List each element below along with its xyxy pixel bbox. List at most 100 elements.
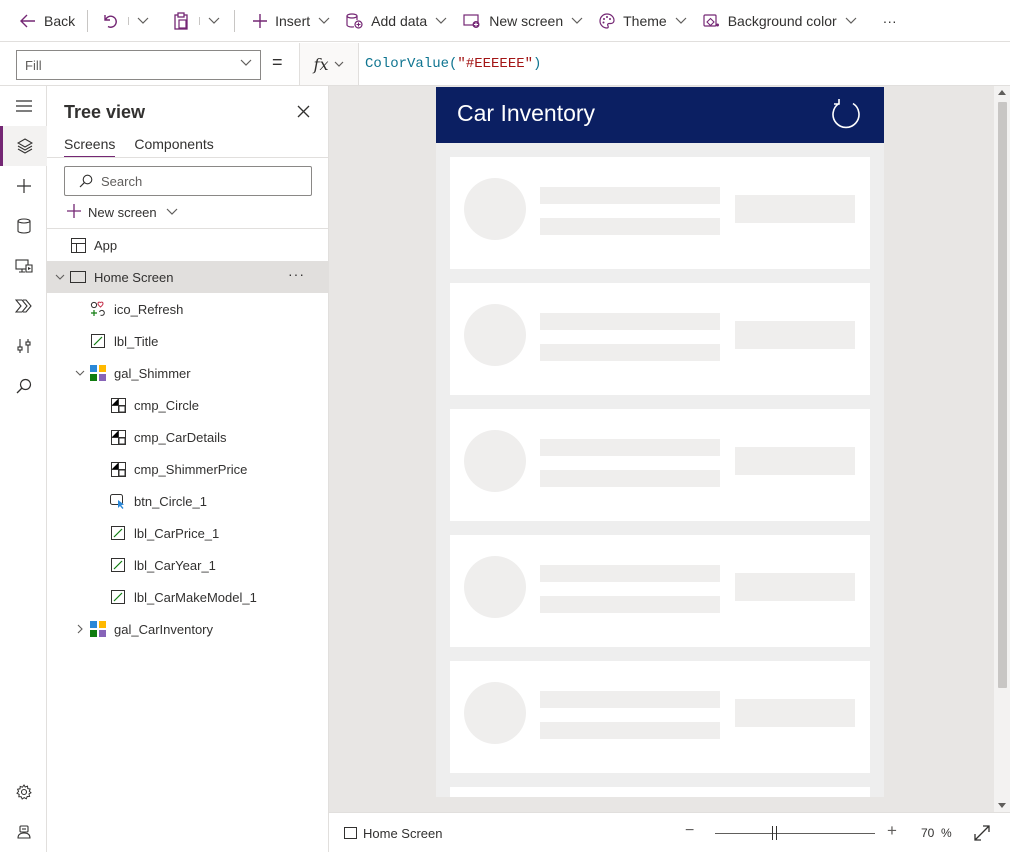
tree-node-label: lbl_Title — [114, 333, 159, 349]
new-screen-icon — [463, 13, 481, 29]
formula-input[interactable]: ColorValue("#EEEEEE") — [365, 56, 541, 72]
tree-view-tabs: Screens Components — [64, 136, 233, 158]
formula-string: "#EEEEEE" — [457, 56, 534, 72]
tree-node-gal-shimmer[interactable]: gal_Shimmer — [47, 357, 328, 389]
canvas-vertical-scrollbar[interactable] — [994, 86, 1010, 812]
zoom-slider-thumb[interactable] — [772, 826, 777, 840]
app-title[interactable]: Car Inventory — [457, 100, 595, 127]
chevron-down-icon — [318, 17, 330, 25]
search-input[interactable] — [101, 173, 291, 189]
zoom-value[interactable]: 70 — [921, 826, 934, 840]
chevron-right-icon[interactable] — [75, 624, 85, 634]
new-screen-button[interactable]: New screen — [455, 0, 591, 42]
undo-button[interactable] — [92, 0, 124, 42]
tree-node-app[interactable]: App — [47, 229, 328, 261]
label-icon — [110, 525, 126, 541]
search-icon — [16, 378, 31, 394]
tree-node-label: gal_CarInventory — [114, 621, 213, 637]
shimmer-circle — [464, 178, 526, 240]
zoom-slider[interactable] — [715, 833, 875, 834]
tree-node-cmp-shimmerprice[interactable]: cmp_ShimmerPrice — [47, 453, 328, 485]
more-options-button[interactable]: ··· — [288, 266, 305, 282]
insert-button[interactable]: Insert — [239, 0, 338, 42]
media-rail-button[interactable] — [0, 246, 47, 286]
undo-icon — [102, 13, 118, 29]
paste-button[interactable] — [157, 0, 195, 42]
close-button[interactable] — [295, 103, 311, 119]
chevron-down-icon[interactable] — [55, 272, 65, 282]
chevron-down-icon — [675, 17, 687, 25]
scroll-down-arrow-icon[interactable] — [998, 803, 1006, 808]
search-rail-button[interactable] — [0, 366, 47, 406]
more-commands-button[interactable]: ··· — [865, 0, 905, 42]
tree-node-cmp-circle[interactable]: cmp_Circle — [47, 389, 328, 421]
shimmer-line — [540, 187, 720, 204]
tree-node-cmp-cardetails[interactable]: cmp_CarDetails — [47, 421, 328, 453]
shimmer-price — [735, 321, 855, 349]
shimmer-line — [540, 344, 720, 361]
refresh-icon[interactable] — [829, 98, 863, 132]
tree-node-label: gal_Shimmer — [114, 365, 191, 381]
chevron-down-icon — [334, 61, 344, 68]
component-icon — [110, 429, 126, 445]
tab-screens[interactable]: Screens — [64, 136, 116, 158]
tree-view-button[interactable] — [0, 126, 47, 166]
shimmer-price — [735, 447, 855, 475]
current-screen-label[interactable]: Home Screen — [363, 826, 442, 841]
zoom-in-button[interactable]: + — [887, 821, 897, 841]
more-icon: ··· — [882, 12, 897, 29]
app-header[interactable]: Car Inventory — [436, 87, 884, 143]
equals-sign: = — [272, 52, 283, 72]
shimmer-card[interactable] — [450, 787, 870, 797]
tree-node-lbl-carmakemodel[interactable]: lbl_CarMakeModel_1 — [47, 581, 328, 613]
insert-rail-button[interactable] — [0, 166, 47, 206]
zoom-out-button[interactable]: − — [685, 822, 694, 840]
add-data-button[interactable]: Add data — [338, 0, 455, 42]
screen-icon[interactable] — [344, 827, 357, 839]
fx-button[interactable]: fx — [299, 43, 359, 85]
background-color-button[interactable]: Background color — [695, 0, 865, 42]
shimmer-card[interactable] — [450, 409, 870, 521]
data-rail-button[interactable] — [0, 206, 47, 246]
shimmer-card[interactable] — [450, 157, 870, 269]
database-add-icon — [346, 12, 363, 29]
design-canvas[interactable]: Car Inventory — [329, 86, 1010, 812]
tree-search-box[interactable] — [64, 166, 312, 196]
tree-node-lbl-carprice[interactable]: lbl_CarPrice_1 — [47, 517, 328, 549]
tree-node-ico-refresh[interactable]: ico_Refresh — [47, 293, 328, 325]
tab-components[interactable]: Components — [134, 136, 213, 158]
undo-dropdown-button[interactable] — [124, 0, 157, 42]
shimmer-card[interactable] — [450, 661, 870, 773]
shimmer-card[interactable] — [450, 283, 870, 395]
tree-node-gal-carinventory[interactable]: gal_CarInventory — [47, 613, 328, 645]
advanced-tools-rail-button[interactable] — [0, 326, 47, 366]
tree-node-lbl-title[interactable]: lbl_Title — [47, 325, 328, 357]
tree-node-lbl-caryear[interactable]: lbl_CarYear_1 — [47, 549, 328, 581]
tree-node-label: cmp_Circle — [134, 397, 200, 413]
hamburger-icon — [15, 100, 32, 112]
shimmer-circle — [464, 556, 526, 618]
fit-to-window-icon[interactable] — [974, 825, 990, 841]
menu-button[interactable] — [0, 86, 47, 126]
shimmer-card[interactable] — [450, 535, 870, 647]
settings-rail-button[interactable] — [0, 772, 47, 812]
scroll-up-arrow-icon[interactable] — [998, 90, 1006, 95]
tree-node-label: cmp_ShimmerPrice — [134, 461, 248, 477]
back-button[interactable]: Back — [0, 0, 83, 42]
search-icon — [79, 174, 93, 188]
new-screen-tree-button[interactable]: New screen — [67, 204, 178, 220]
property-dropdown[interactable]: Fill — [16, 50, 261, 80]
chevron-down-icon — [166, 208, 178, 216]
power-automate-rail-button[interactable] — [0, 286, 47, 326]
layers-icon — [17, 138, 33, 154]
shimmer-line — [540, 218, 720, 235]
app-screen-preview[interactable]: Car Inventory — [436, 87, 884, 797]
app-icon — [70, 237, 86, 253]
paste-dropdown-button[interactable] — [195, 0, 230, 42]
virtual-agent-rail-button[interactable] — [0, 812, 47, 852]
tree-node-home-screen[interactable]: Home Screen ··· — [47, 261, 328, 293]
scrollbar-thumb[interactable] — [998, 102, 1007, 688]
tree-node-btn-circle[interactable]: btn_Circle_1 — [47, 485, 328, 517]
theme-button[interactable]: Theme — [591, 0, 695, 42]
chevron-down-icon[interactable] — [75, 368, 85, 378]
